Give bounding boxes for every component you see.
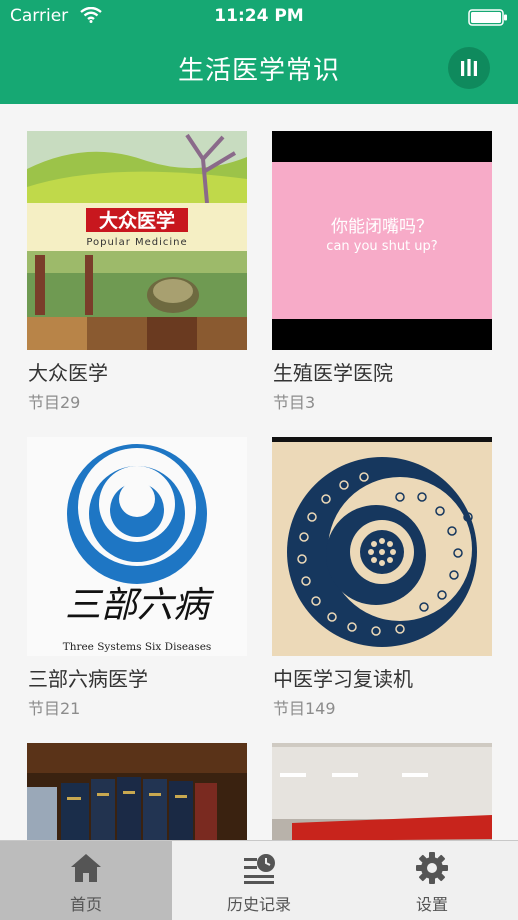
program-title: 中医学习复读机 (273, 667, 413, 691)
bars-icon (461, 59, 477, 76)
program-episode-count: 节目149 (273, 699, 336, 718)
menu-button[interactable] (448, 47, 490, 89)
program-cover-image (27, 743, 247, 840)
tab-label: 历史记录 (226, 895, 291, 914)
home-icon (71, 854, 101, 882)
program-cover-image (272, 437, 492, 656)
cover-line-1: 你能闭嘴吗？ (331, 217, 433, 237)
cover-english-text: Three Systems Six Diseases (63, 641, 212, 653)
program-episode-count: 节目29 (28, 393, 81, 412)
program-grid: 大众医学 Popular Medicine 大众医学 节目29 你能闭嘴吗？ c… (0, 104, 518, 840)
cover-logo-text: 大众医学 (99, 209, 175, 232)
tab-bar: 首页 历史记录 设置 (0, 840, 518, 920)
history-icon (244, 854, 275, 884)
tab-settings[interactable]: 设置 (346, 841, 518, 920)
cover-english-text: Popular Medicine (86, 237, 187, 248)
tab-label: 首页 (69, 895, 102, 914)
program-episode-count: 节目3 (273, 393, 316, 412)
status-bar: Carrier 11:24 PM (0, 0, 518, 34)
status-time: 11:24 PM (214, 6, 304, 26)
gear-icon (416, 852, 448, 884)
program-title: 大众医学 (28, 361, 108, 385)
tab-home[interactable]: 首页 (0, 841, 172, 920)
tab-history[interactable]: 历史记录 (173, 841, 345, 920)
program-title: 生殖医学医院 (273, 361, 393, 385)
page-title: 生活医学常识 (177, 56, 340, 86)
program-title: 三部六病医学 (28, 667, 148, 691)
battery-icon (468, 9, 507, 26)
program-cover-image: 三部六病 Three Systems Six Diseases (27, 437, 247, 656)
program-cover-image: 大众医学 Popular Medicine (27, 131, 247, 350)
tab-label: 设置 (415, 895, 448, 914)
program-episode-count: 节目21 (28, 699, 81, 718)
cover-line-2: can you shut up? (326, 239, 437, 254)
app-header: Carrier 11:24 PM 生活医学常识 (0, 0, 518, 104)
cover-logo-text: 三部六病 (65, 585, 215, 626)
program-cover-image: 你能闭嘴吗？ can you shut up? (272, 131, 492, 350)
program-cover-image (272, 743, 492, 840)
